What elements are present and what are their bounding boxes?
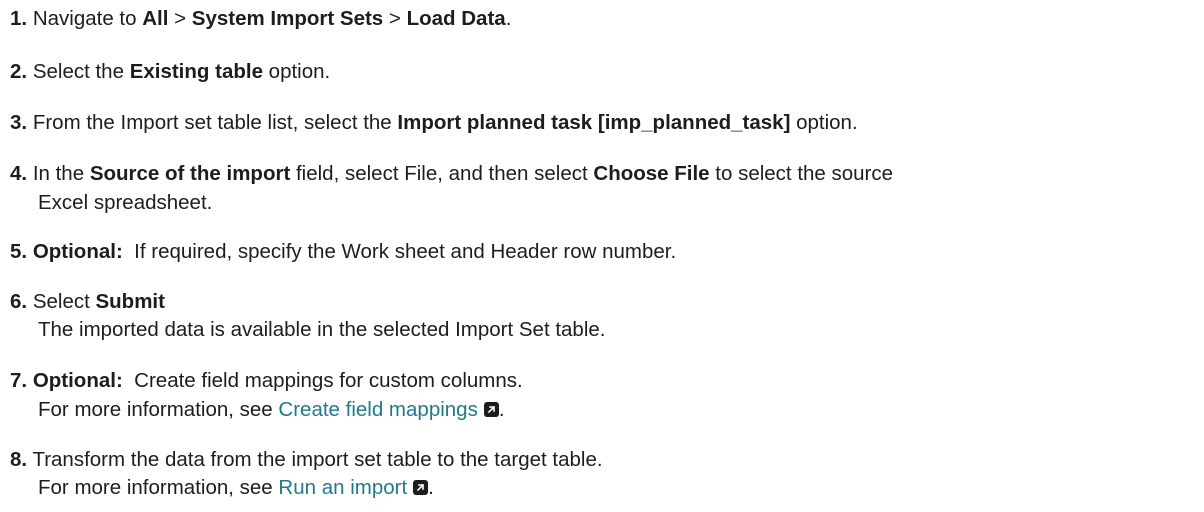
menu-path-load-data: Load Data: [406, 7, 506, 30]
step-4-continuation: Excel spreadsheet.: [38, 191, 213, 214]
step-2: 2. Select the Existing table option.: [10, 59, 330, 85]
step-text: .: [505, 7, 512, 30]
step-7: 7. Optional: Create field mappings for c…: [10, 368, 523, 394]
step-text: Create field mappings for custom columns…: [122, 369, 523, 392]
step-number: 1.: [10, 7, 28, 30]
choose-file-label: Choose File: [593, 162, 710, 185]
step-text: Navigate to: [32, 7, 143, 30]
step-number: 8.: [10, 448, 28, 471]
path-separator: >: [168, 7, 192, 30]
step-8-continuation: For more information, see Run an import.: [38, 475, 434, 501]
option-existing-table: Existing table: [129, 60, 263, 83]
step-number: 5.: [10, 240, 28, 263]
step-text: For more information, see: [38, 398, 279, 421]
step-6: 6. Select Submit: [10, 289, 165, 315]
optional-label: Optional:: [32, 369, 123, 392]
run-an-import-link[interactable]: Run an import: [278, 476, 407, 499]
step-text: For more information, see: [38, 476, 279, 499]
step-7-continuation: For more information, see Create field m…: [38, 397, 505, 423]
menu-path-all: All: [142, 7, 169, 30]
step-text: option.: [262, 60, 331, 83]
step-text: .: [428, 476, 434, 499]
step-text: to select the source: [709, 162, 894, 185]
field-source-of-import: Source of the import: [89, 162, 291, 185]
step-text: In the: [32, 162, 90, 185]
step-3: 3. From the Import set table list, selec…: [10, 110, 858, 136]
external-link-icon[interactable]: [483, 402, 499, 417]
step-text: Select: [32, 290, 96, 313]
step-text: If required, specify the Work sheet and …: [122, 240, 677, 263]
step-text: option.: [790, 111, 858, 134]
option-import-planned-task: Import planned task [imp_planned_task]: [397, 111, 791, 134]
step-8: 8. Transform the data from the import se…: [10, 447, 603, 473]
path-separator: >: [383, 7, 407, 30]
step-text: Select the: [32, 60, 130, 83]
create-field-mappings-link[interactable]: Create field mappings: [278, 398, 477, 421]
optional-label: Optional:: [32, 240, 123, 263]
step-text: .: [498, 398, 505, 421]
external-link-icon[interactable]: [413, 480, 429, 495]
step-text: From the Import set table list, select t…: [32, 111, 398, 134]
step-number: 7.: [10, 369, 28, 392]
step-text: field, select File, and then select: [290, 162, 594, 185]
step-4: 4. In the Source of the import field, se…: [10, 161, 893, 187]
submit-label: Submit: [95, 290, 165, 313]
procedure-steps: 1. Navigate to All > System Import Sets …: [0, 0, 1204, 512]
step-6-continuation: The imported data is available in the se…: [38, 318, 606, 341]
step-number: 2.: [10, 60, 28, 83]
step-5: 5. Optional: If required, specify the Wo…: [10, 239, 676, 265]
step-1: 1. Navigate to All > System Import Sets …: [10, 6, 511, 32]
step-number: 3.: [10, 111, 28, 134]
step-text: Transform the data from the import set t…: [32, 448, 603, 471]
step-number: 4.: [10, 162, 28, 185]
step-number: 6.: [10, 290, 28, 313]
menu-path-system-import-sets: System Import Sets: [191, 7, 384, 30]
